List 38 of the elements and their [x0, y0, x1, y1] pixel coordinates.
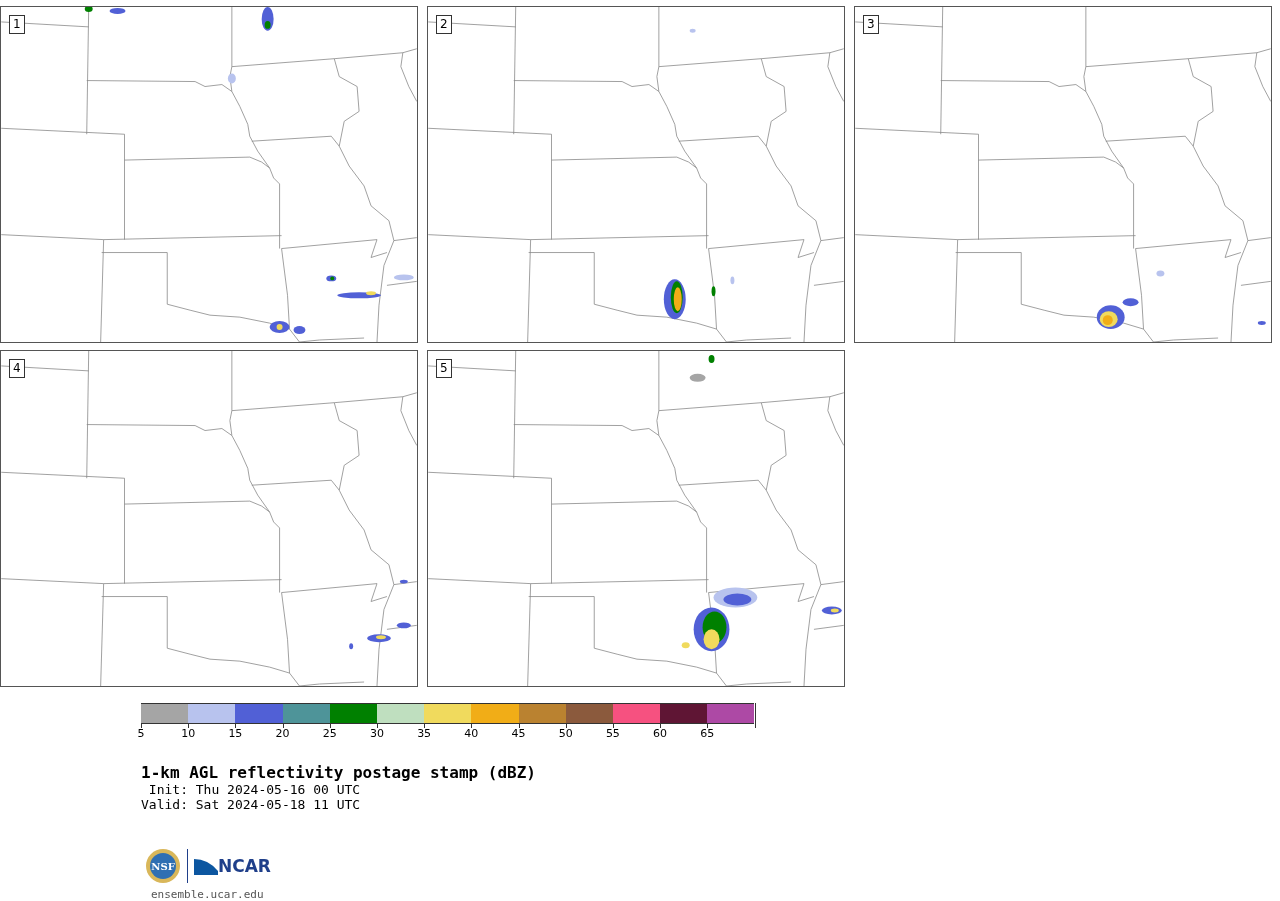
- ncar-logo: NCAR: [194, 856, 271, 876]
- tick-mark: [282, 724, 284, 728]
- colorbar-tick-label: 20: [274, 727, 291, 740]
- init-time-text: Init: Thu 2024-05-16 00 UTC: [147, 782, 362, 797]
- colorbar-tick-label: 60: [652, 727, 669, 740]
- tick-mark: [376, 724, 378, 728]
- colorbar-tick-label: 50: [557, 727, 574, 740]
- panel-number-label: 3: [863, 15, 879, 34]
- colorbar-tick-label: 55: [604, 727, 621, 740]
- colorbar-tick-label: 45: [510, 727, 527, 740]
- website-url: ensemble.ucar.edu: [151, 888, 265, 901]
- tick-mark: [424, 724, 426, 728]
- valid-time-text: Valid: Sat 2024-05-18 11 UTC: [141, 797, 362, 812]
- tick-mark: [235, 724, 237, 728]
- colorbar-tick-label: 10: [180, 727, 197, 740]
- panel-number-label: 4: [9, 359, 25, 378]
- tick-mark: [471, 724, 473, 728]
- colorbar-tick-label: 35: [416, 727, 433, 740]
- colorbar-tick-label: 65: [699, 727, 716, 740]
- colorbar-tick-label: 30: [368, 727, 385, 740]
- panel-number-label: 5: [436, 359, 452, 378]
- tick-mark: [141, 724, 142, 728]
- nsf-logo-icon: NSF: [145, 848, 181, 884]
- tick-mark: [660, 724, 662, 728]
- tick-mark: [612, 724, 614, 728]
- tick-mark: [565, 724, 567, 728]
- colorbar-tick-label: 5: [136, 727, 146, 740]
- colorbar-tick-label: 15: [227, 727, 244, 740]
- panel-number-label: 2: [436, 15, 452, 34]
- tick-mark: [518, 724, 520, 728]
- tick-mark: [329, 724, 331, 728]
- tick-mark: [707, 724, 709, 728]
- colorbar-tick-label: 25: [321, 727, 338, 740]
- radar-echo-drawing: [349, 579, 411, 650]
- colorbar-tick-label: 40: [463, 727, 480, 740]
- panel-number-label: 1: [9, 15, 25, 34]
- chart-title: 1-km AGL reflectivity postage stamp (dBZ): [141, 763, 537, 782]
- tick-mark: [188, 724, 190, 728]
